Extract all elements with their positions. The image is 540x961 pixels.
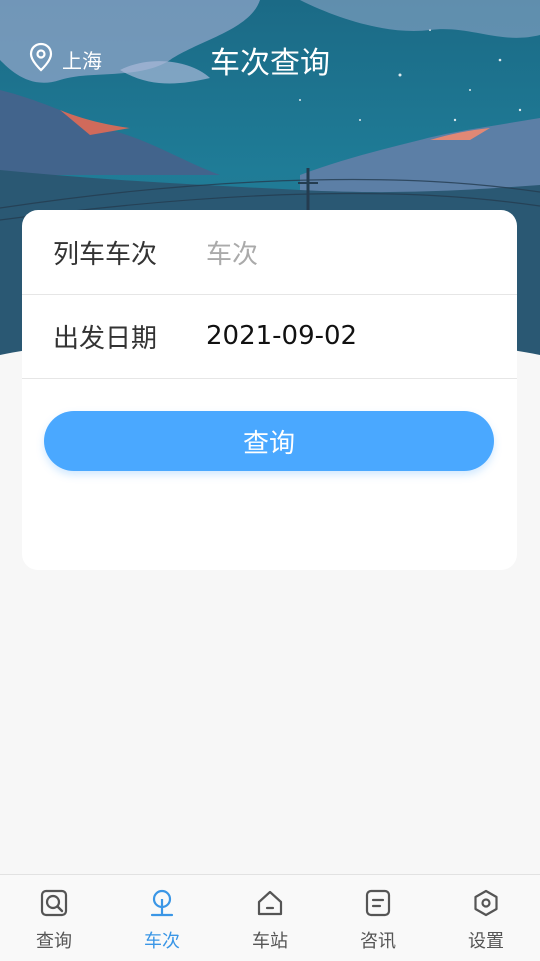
tab-train[interactable]: 车次 <box>108 875 216 961</box>
tab-station[interactable]: 车站 <box>216 875 324 961</box>
tab-station-label: 车站 <box>252 931 288 952</box>
tab-news-label: 咨讯 <box>360 931 396 952</box>
train-number-label: 列车车次 <box>53 239 158 270</box>
bottom-tab-bar: 查询 车次 车站 咨讯 设置 <box>0 874 540 961</box>
tab-query[interactable]: 查询 <box>0 875 108 961</box>
tab-settings-label: 设置 <box>468 931 504 952</box>
query-form-card: 列车车次 车次 出发日期 2021-09-02 查询 <box>22 210 517 570</box>
departure-date-label: 出发日期 <box>53 323 158 354</box>
page-title: 车次查询 <box>210 46 330 81</box>
train-number-row[interactable]: 列车车次 车次 <box>22 210 517 295</box>
train-icon <box>146 887 178 919</box>
train-number-input[interactable]: 车次 <box>206 234 258 271</box>
departure-date-row[interactable]: 出发日期 2021-09-02 <box>22 294 517 379</box>
tab-query-label: 查询 <box>36 931 72 952</box>
settings-hex-icon <box>470 887 502 919</box>
tab-settings[interactable]: 设置 <box>432 875 540 961</box>
tab-train-label: 车次 <box>144 931 180 952</box>
search-doc-icon <box>38 887 70 919</box>
tab-news[interactable]: 咨讯 <box>324 875 432 961</box>
query-button[interactable]: 查询 <box>44 411 494 471</box>
home-icon <box>254 887 286 919</box>
news-icon <box>362 887 394 919</box>
departure-date-value[interactable]: 2021-09-02 <box>206 321 357 351</box>
